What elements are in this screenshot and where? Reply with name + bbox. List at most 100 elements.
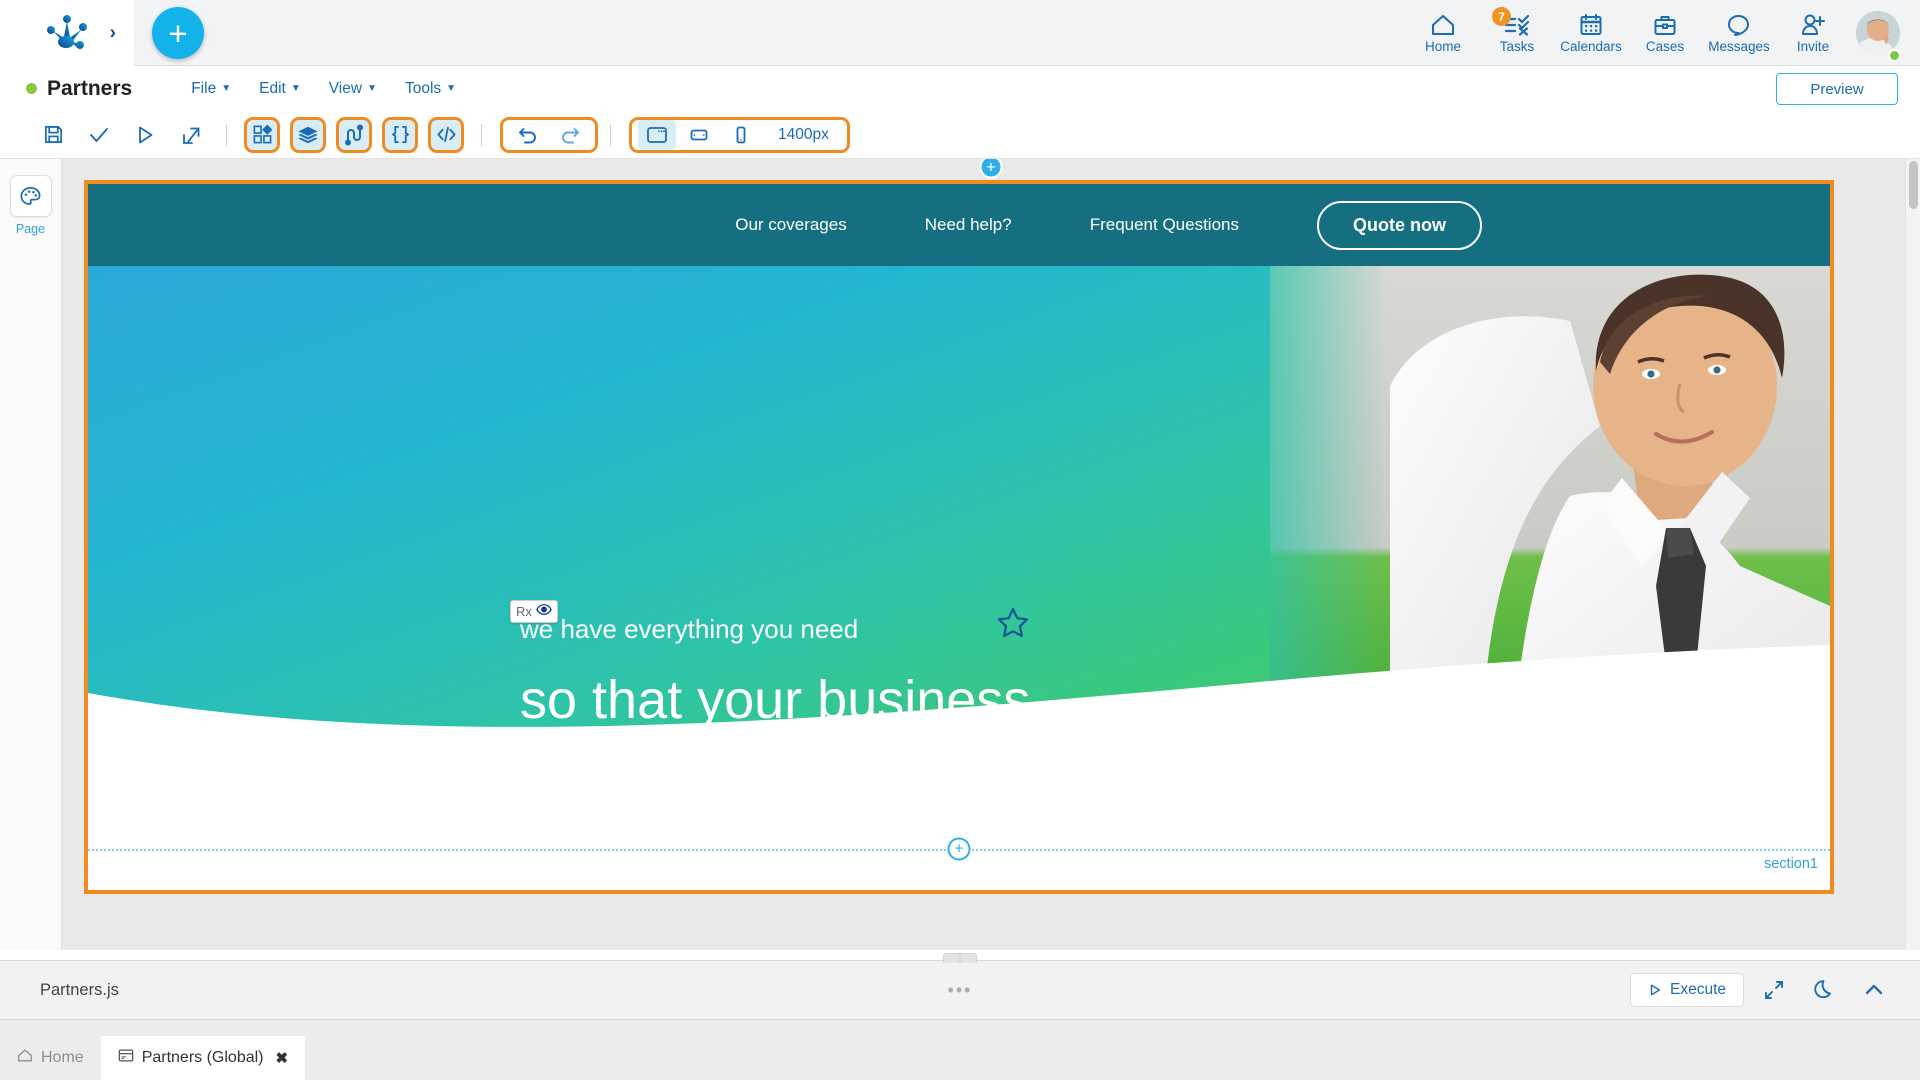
app-logo-icon[interactable] (44, 13, 90, 53)
chevron-down-icon: ▼ (221, 83, 232, 94)
code-icon[interactable] (428, 116, 464, 153)
hero-heading[interactable]: so that your business never stops (520, 670, 1030, 793)
editor-toolbar: 1400px (0, 111, 1920, 159)
page-canvas[interactable]: Our coverages Need help? Frequent Questi… (84, 180, 1834, 894)
briefcase-icon (1653, 12, 1677, 38)
toolbar-divider (481, 123, 482, 146)
eye-icon[interactable] (536, 603, 552, 621)
chevron-down-icon: ▼ (367, 83, 377, 94)
rx-badge-label: Rx (516, 604, 532, 619)
document-header: Partners File ▼ Edit ▼ View ▼ Tools ▼ Pr… (0, 66, 1920, 111)
nav-item-messages[interactable]: Messages (1702, 0, 1776, 66)
drag-grip-icon[interactable]: ••• (948, 981, 973, 999)
site-link-help[interactable]: Need help? (925, 215, 1012, 235)
menu-edit[interactable]: Edit ▼ (245, 76, 315, 102)
execute-label: Execute (1669, 981, 1726, 998)
section-tag-label: section1 (1763, 856, 1818, 872)
moon-icon[interactable] (1804, 973, 1844, 1007)
canvas-scrollbar[interactable] (1905, 159, 1920, 950)
menu-tools-label: Tools (404, 79, 442, 97)
tab-partners-global[interactable]: Partners (Global) ✖ (100, 1036, 306, 1080)
chevron-down-icon: ▼ (446, 83, 457, 94)
nav-label-messages: Messages (1708, 39, 1770, 55)
preview-button[interactable]: Preview (1776, 73, 1898, 105)
menu-view[interactable]: View ▼ (315, 76, 391, 102)
hero-subtitle[interactable]: we have everything you need (520, 614, 858, 645)
logo-zone: › (0, 0, 134, 66)
site-link-coverages[interactable]: Our coverages (735, 215, 847, 235)
undo-icon[interactable] (509, 120, 547, 150)
tab-home-label: Home (41, 1049, 84, 1066)
widgets-icon[interactable] (244, 116, 280, 153)
add-button[interactable]: + (152, 7, 204, 59)
tasks-badge: 7 (1492, 7, 1511, 26)
menu-edit-label: Edit (259, 79, 286, 97)
redo-icon[interactable] (551, 120, 589, 150)
nav-item-invite[interactable]: Invite (1776, 0, 1850, 66)
menu-bar: File ▼ Edit ▼ View ▼ Tools ▼ (177, 76, 470, 102)
layers-icon[interactable] (290, 116, 326, 153)
editor-file-name: Partners.js (40, 980, 119, 999)
nav-item-calendars[interactable]: Calendars (1554, 0, 1628, 66)
toolbar-divider (226, 123, 227, 146)
site-link-faq[interactable]: Frequent Questions (1090, 215, 1239, 235)
hero-heading-line2: never stops (520, 731, 800, 792)
nav-item-tasks[interactable]: 7 Tasks (1480, 0, 1554, 66)
canvas-area: Our coverages Need help? Frequent Questi… (62, 159, 1920, 950)
top-bar: › + Home 7 Tasks Calendars Cases Message… (0, 0, 1920, 66)
nav-label-invite: Invite (1796, 39, 1830, 55)
chevron-up-icon[interactable] (1854, 973, 1894, 1007)
editor-actions: Execute (1629, 973, 1894, 1007)
bottom-tab-bar: Home Partners (Global) ✖ (0, 1020, 1920, 1080)
add-section-handle-middle[interactable]: + (947, 837, 971, 861)
calendar-icon (1579, 12, 1603, 38)
star-icon[interactable] (996, 606, 1030, 645)
page-title: Partners (47, 76, 133, 100)
desktop-icon[interactable] (638, 119, 676, 150)
check-icon[interactable] (76, 116, 122, 154)
nav-item-home[interactable]: Home (1406, 0, 1480, 66)
flow-icon[interactable] (336, 116, 372, 153)
avatar[interactable] (1850, 0, 1906, 66)
global-nav: Home 7 Tasks Calendars Cases Messages In… (1406, 0, 1906, 66)
rx-badge[interactable]: Rx (510, 600, 558, 623)
menu-tools[interactable]: Tools ▼ (391, 76, 470, 102)
hero-heading-line1: so that your business (520, 670, 1031, 730)
mobile-icon[interactable] (722, 120, 760, 150)
status-badge (26, 83, 37, 94)
nav-label-cases: Cases (1645, 39, 1685, 55)
tablet-icon[interactable] (680, 120, 718, 150)
history-group (500, 116, 598, 153)
nav-item-cases[interactable]: Cases (1628, 0, 1702, 66)
scrollbar-thumb[interactable] (1909, 161, 1918, 209)
braces-icon[interactable] (382, 116, 418, 153)
resize-grip[interactable]: ⋮ (943, 953, 977, 963)
toolbar-divider (610, 123, 611, 146)
tab-partners-label: Partners (Global) (141, 1049, 264, 1066)
chevron-right-icon[interactable]: › (110, 23, 116, 42)
nav-label-tasks: Tasks (1499, 39, 1535, 55)
home-outline-icon (17, 1048, 33, 1068)
play-icon[interactable] (122, 116, 168, 154)
add-section-handle-top[interactable]: + (979, 159, 1003, 179)
home-icon (1430, 12, 1456, 38)
code-editor-bar: ⋮ Partners.js ••• Execute (0, 953, 1920, 1020)
chevron-down-icon: ▼ (290, 83, 301, 94)
rail-label-page: Page (15, 222, 46, 236)
save-icon[interactable] (30, 116, 76, 154)
execute-button[interactable]: Execute (1629, 973, 1744, 1007)
menu-file-label: File (191, 79, 217, 97)
tab-home[interactable]: Home (0, 1036, 101, 1080)
menu-file[interactable]: File ▼ (177, 76, 245, 102)
site-nav: Our coverages Need help? Frequent Questi… (88, 184, 1830, 266)
close-icon[interactable]: ✖ (276, 1049, 289, 1067)
chat-bubble-icon (1726, 12, 1752, 38)
viewport-group: 1400px (629, 116, 850, 153)
expand-icon[interactable] (1754, 973, 1794, 1007)
window-icon (118, 1048, 134, 1068)
share-icon[interactable] (168, 116, 214, 154)
menu-view-label: View (328, 79, 363, 97)
quote-now-button[interactable]: Quote now (1317, 200, 1482, 250)
viewport-width-label[interactable]: 1400px (764, 126, 841, 144)
palette-icon[interactable] (9, 175, 52, 217)
